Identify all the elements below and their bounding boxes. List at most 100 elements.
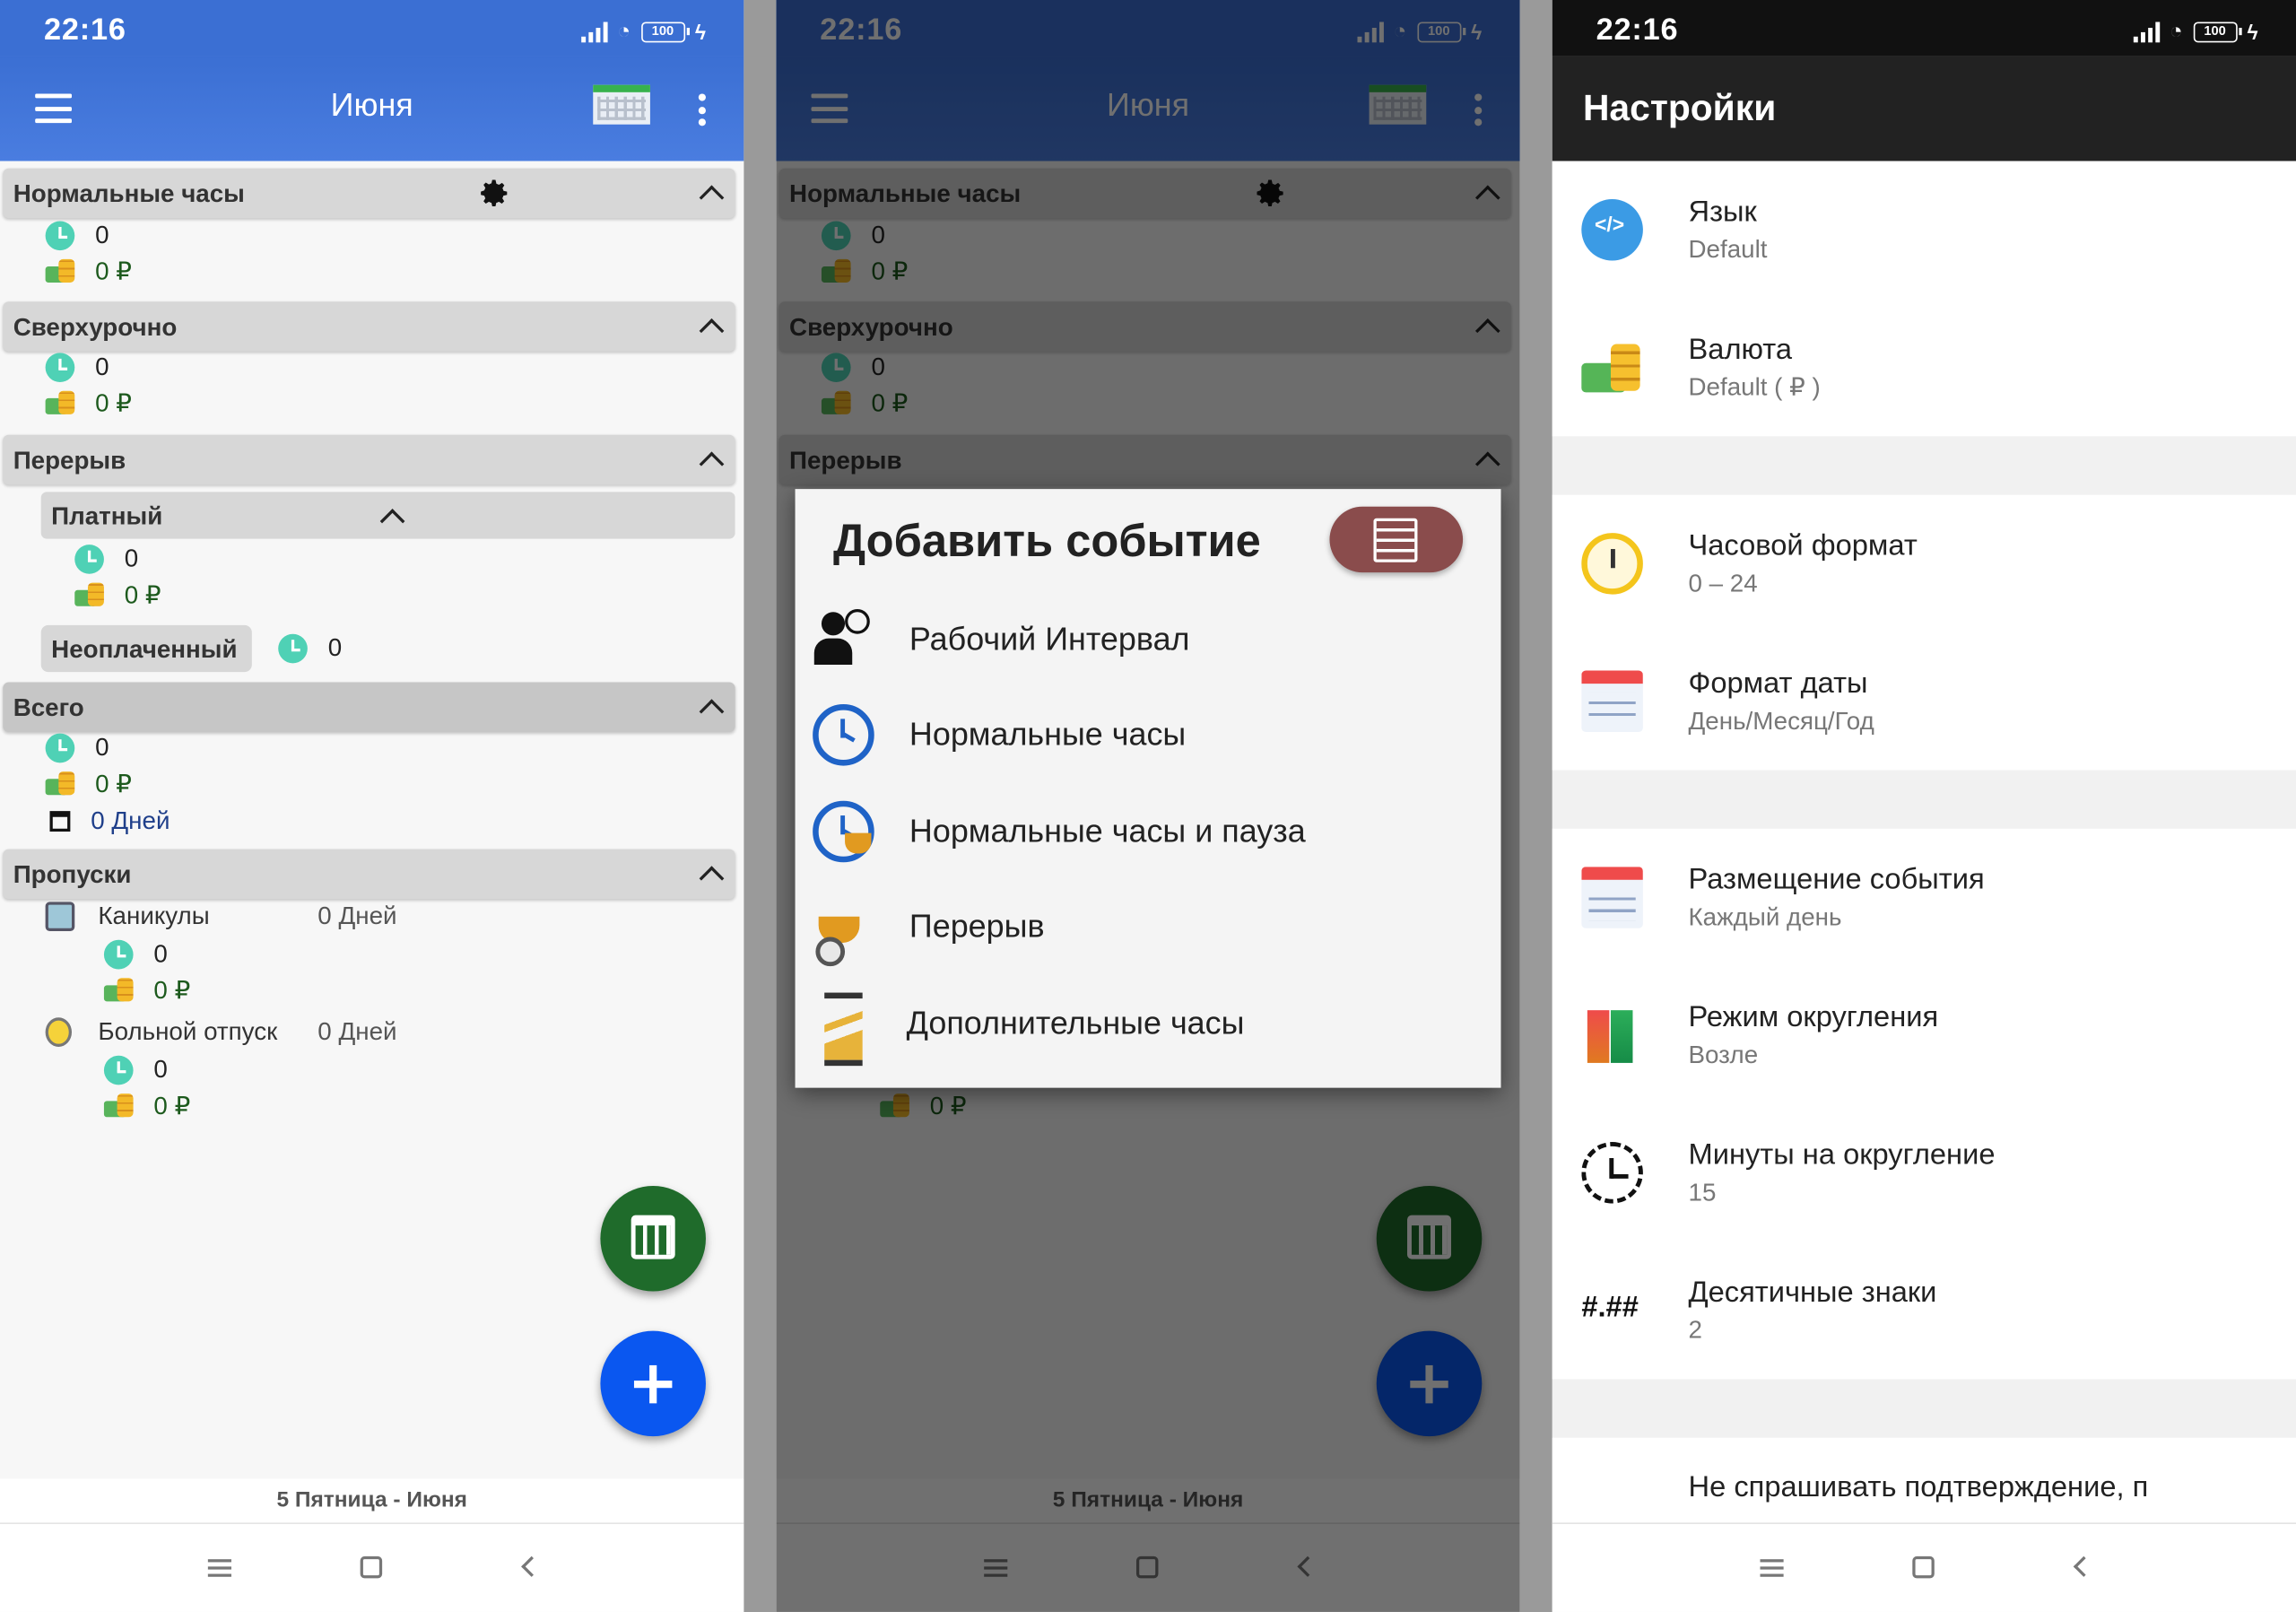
value-money: 0 ₽ bbox=[95, 257, 132, 286]
subsection-unpaid[interactable]: Неоплаченный bbox=[40, 624, 252, 673]
page-title: Настройки bbox=[1582, 87, 1777, 129]
screen-add-event: 22:16 ◔ 100 ϟ Июня Нормальные часы 0 0 ₽… bbox=[776, 0, 1520, 1612]
absence-label: Больной отпуск bbox=[98, 1017, 278, 1046]
money-icon bbox=[821, 258, 852, 285]
section-label: Нормальные часы bbox=[13, 179, 245, 208]
clock-format-icon bbox=[1581, 533, 1643, 595]
more-options-icon[interactable] bbox=[1473, 93, 1482, 126]
chevron-up-icon[interactable] bbox=[699, 318, 725, 344]
dialog-item-normal-hours[interactable]: Нормальные часы bbox=[796, 690, 1501, 780]
section-label: Перерыв bbox=[789, 446, 902, 475]
clock-icon bbox=[45, 733, 75, 763]
nav-back-icon[interactable] bbox=[521, 1555, 543, 1577]
system-nav-bar bbox=[1552, 1522, 2296, 1612]
setting-title: Не спрашивать подтверждение, п bbox=[1688, 1471, 2149, 1504]
absence-days: 0 Дней bbox=[317, 1017, 397, 1046]
chevron-up-icon[interactable] bbox=[699, 451, 725, 477]
section-label: Всего bbox=[13, 693, 84, 722]
rounding-icon bbox=[1581, 1005, 1643, 1067]
dialog-item-label: Дополнительные часы bbox=[906, 1004, 1245, 1041]
value-hours: 0 bbox=[871, 221, 885, 249]
setting-date-format[interactable]: Формат даты День/Месяц/Год bbox=[1552, 632, 2296, 770]
chevron-up-icon[interactable] bbox=[379, 509, 405, 534]
money-icon bbox=[821, 390, 852, 417]
dialog-item-normal-hours-pause[interactable]: Нормальные часы и пауза bbox=[796, 786, 1501, 876]
nav-recent-icon[interactable] bbox=[984, 1559, 1008, 1577]
dialog-title: Добавить событие bbox=[833, 515, 1261, 567]
signal-icon bbox=[2133, 21, 2160, 42]
setting-title: Размещение события bbox=[1688, 863, 1985, 896]
more-options-icon[interactable] bbox=[697, 93, 706, 126]
gear-icon bbox=[1257, 179, 1283, 206]
value-hours: 0 bbox=[153, 939, 168, 968]
money-icon bbox=[45, 258, 76, 285]
status-time: 22:16 bbox=[1596, 13, 1679, 48]
round-minutes-icon bbox=[1581, 1142, 1643, 1204]
value-hours: 0 bbox=[95, 353, 109, 381]
setting-rounding-mode[interactable]: Режим округления Возле bbox=[1552, 966, 2296, 1103]
clock-icon bbox=[813, 704, 874, 766]
clock-icon bbox=[103, 1055, 134, 1085]
setting-no-confirm[interactable]: Не спрашивать подтверждение, п bbox=[1552, 1438, 2296, 1523]
calendar-icon[interactable] bbox=[593, 84, 650, 125]
money-icon bbox=[74, 582, 105, 609]
settings-group: Размещение события Каждый день Режим окр… bbox=[1552, 828, 2296, 1380]
nav-home-icon[interactable] bbox=[360, 1555, 383, 1579]
value-hours: 0 bbox=[871, 353, 885, 381]
status-time: 22:16 bbox=[43, 13, 126, 48]
chevron-up-icon[interactable] bbox=[699, 185, 725, 211]
setting-decimal-places[interactable]: #.## Десятичные знаки 2 bbox=[1552, 1242, 2296, 1379]
dialog-item-break[interactable]: Перерыв bbox=[796, 882, 1501, 972]
section-total[interactable]: Всего bbox=[3, 682, 735, 733]
chevron-up-icon bbox=[1474, 451, 1500, 477]
setting-currency[interactable]: Валюта Default ( ₽ ) bbox=[1552, 299, 2296, 436]
money-icon bbox=[45, 390, 76, 417]
luggage-icon bbox=[45, 902, 75, 932]
section-normal-hours: Нормальные часы bbox=[778, 168, 1511, 219]
charging-icon: ϟ bbox=[1471, 20, 1483, 44]
calendar-fab bbox=[1376, 1186, 1483, 1292]
wifi-icon: ◔ bbox=[2169, 19, 2183, 44]
setting-value: Default bbox=[1688, 235, 1768, 264]
value-hours: 0 bbox=[327, 633, 343, 662]
nav-home-icon[interactable] bbox=[1912, 1555, 1935, 1579]
chevron-up-icon[interactable] bbox=[699, 866, 725, 892]
thermometer-icon bbox=[45, 1017, 73, 1047]
dialog-item-label: Перерыв bbox=[909, 907, 1045, 945]
section-break[interactable]: Перерыв bbox=[3, 434, 735, 485]
templates-button[interactable] bbox=[1329, 506, 1464, 573]
status-bar: 22:16 ◔ 100 ϟ bbox=[1552, 0, 2296, 57]
nav-home-icon[interactable] bbox=[1135, 1555, 1159, 1579]
section-normal-hours[interactable]: Нормальные часы bbox=[3, 168, 735, 219]
decimal-icon: #.## bbox=[1581, 1291, 1639, 1324]
dialog-item-extra-hours[interactable]: Дополнительные часы bbox=[796, 978, 1501, 1068]
chevron-up-icon[interactable] bbox=[699, 699, 725, 725]
setting-language[interactable]: Язык Default bbox=[1552, 161, 2296, 299]
event-calendar-icon bbox=[1581, 867, 1643, 928]
setting-value: День/Месяц/Год bbox=[1688, 707, 1874, 736]
dialog-item-work-interval[interactable]: Рабочий Интервал bbox=[796, 595, 1501, 685]
clock-coffee-icon bbox=[813, 800, 874, 863]
calendar-fab[interactable] bbox=[600, 1186, 706, 1292]
money-icon bbox=[103, 978, 135, 1004]
calendar-icon[interactable] bbox=[1369, 84, 1427, 125]
nav-back-icon[interactable] bbox=[1297, 1555, 1318, 1577]
nav-back-icon[interactable] bbox=[2073, 1555, 2094, 1577]
value-money: 0 ₽ bbox=[929, 1092, 967, 1120]
nav-recent-icon[interactable] bbox=[1760, 1559, 1784, 1577]
battery-icon: 100 bbox=[640, 21, 690, 42]
nav-recent-icon[interactable] bbox=[207, 1559, 231, 1577]
gear-icon[interactable] bbox=[479, 177, 511, 209]
setting-title: Минуты на округление bbox=[1688, 1138, 1996, 1172]
setting-round-minutes[interactable]: Минуты на округление 15 bbox=[1552, 1104, 2296, 1242]
section-overtime[interactable]: Сверхурочно bbox=[3, 301, 735, 352]
section-absences[interactable]: Пропуски bbox=[3, 849, 735, 900]
setting-hour-format[interactable]: Часовой формат 0 – 24 bbox=[1552, 495, 2296, 632]
add-event-fab[interactable] bbox=[600, 1330, 706, 1437]
currency-icon bbox=[1581, 336, 1643, 398]
subsection-paid[interactable]: Платный bbox=[40, 492, 735, 539]
screen-settings: 22:16 ◔ 100 ϟ Настройки Язык Default Вал… bbox=[1552, 0, 2296, 1612]
setting-event-placement[interactable]: Размещение события Каждый день bbox=[1552, 829, 2296, 966]
wifi-icon: ◔ bbox=[1393, 19, 1407, 44]
setting-value: Каждый день bbox=[1688, 903, 1842, 932]
